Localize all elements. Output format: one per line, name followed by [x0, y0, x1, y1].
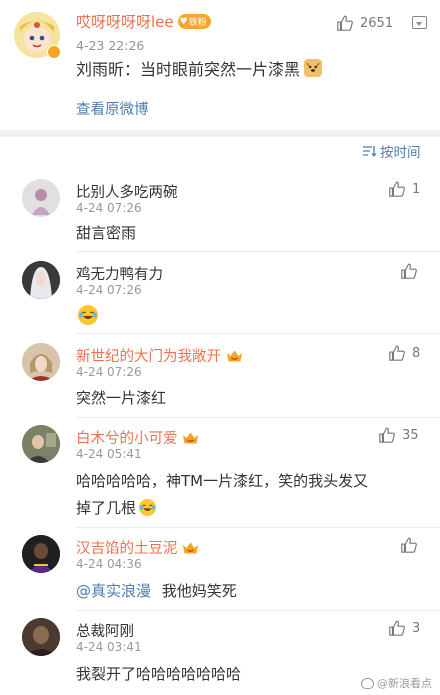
- comment-time: 4-24 03:41: [76, 640, 142, 654]
- doge-emoji-icon: [304, 59, 323, 77]
- commenter-avatar[interactable]: [22, 179, 60, 217]
- thumb-up-icon: [389, 620, 405, 636]
- watermark: @新浪看点: [361, 675, 432, 691]
- divider: [76, 610, 440, 611]
- sort-toggle[interactable]: 按时间: [362, 141, 421, 161]
- comment-like-count: 8: [412, 345, 421, 361]
- sort-label: 按时间: [380, 145, 421, 161]
- commenter-name-text: 新世纪的大门为我敞开: [76, 349, 221, 365]
- commenter-avatar[interactable]: [22, 343, 60, 381]
- thumb-up-icon: [401, 263, 417, 279]
- fan-badge: ♥ 铁粉: [177, 14, 211, 29]
- commenter-name[interactable]: 比别人多吃两碗: [76, 181, 178, 202]
- divider: [76, 333, 440, 334]
- commenter-name[interactable]: 鸡无力鸭有力: [76, 263, 163, 284]
- commenter-name[interactable]: 总裁阿刚: [76, 620, 134, 641]
- comment-like-button[interactable]: [400, 536, 418, 554]
- original-post-card: 哎呀呀呀呀lee ♥ 铁粉 4-23 22:26 2651 刘雨昕：当时眼前突然…: [0, 0, 440, 130]
- comment-text-line1: 哈哈哈哈哈，神TM一片漆红，笑的我头发又: [76, 472, 369, 490]
- comment-text: 突然一片漆红: [76, 389, 167, 407]
- commenter-avatar[interactable]: [22, 618, 60, 656]
- comment-like-button[interactable]: 3: [388, 619, 420, 637]
- comment-text: 甜言密雨: [76, 224, 137, 242]
- comment-text-line2-text: 掉了几根: [76, 499, 137, 517]
- thumb-up-icon: [337, 15, 353, 31]
- divider: [76, 417, 440, 418]
- commenter-name[interactable]: 白木兮的小可爱: [76, 427, 200, 448]
- comment-like-button[interactable]: 35: [378, 426, 419, 444]
- heart-icon: ♥: [179, 16, 188, 27]
- divider: [76, 527, 440, 528]
- comment-time: 4-24 07:26: [76, 365, 142, 379]
- comment-time: 4-24 04:36: [76, 557, 142, 571]
- laughing-crying-emoji-icon: [139, 499, 157, 516]
- laughing-crying-emoji-icon: [78, 305, 98, 325]
- post-text: 刘雨昕：当时眼前突然一片漆黑: [76, 60, 301, 79]
- divider: [76, 251, 440, 252]
- verified-badge: [47, 45, 61, 59]
- comment-like-count: 3: [412, 620, 421, 636]
- fan-badge-label: 铁粉: [188, 18, 207, 28]
- commenter-avatar[interactable]: [22, 425, 60, 463]
- commenter-avatar[interactable]: [22, 261, 60, 299]
- comment-like-count: 1: [412, 181, 421, 197]
- comments-section: 按时间 比别人多吃两碗 4-24 07:26 甜言密雨 1 鸡无力鸭有力 4-2…: [0, 137, 440, 695]
- commenter-name[interactable]: 汉吉馅的土豆泥: [76, 537, 200, 558]
- more-icon[interactable]: [412, 16, 427, 29]
- comment-like-button[interactable]: 1: [388, 180, 420, 198]
- post-like-button[interactable]: 2651: [336, 14, 393, 32]
- commenter-avatar[interactable]: [22, 535, 60, 573]
- post-like-count: 2651: [360, 15, 394, 31]
- comment-text: @真实浪漫 我他妈笑死: [76, 580, 237, 601]
- watermark-text: @新浪看点: [377, 677, 432, 690]
- comment-like-button[interactable]: [400, 262, 418, 280]
- comment-text-body: 我他妈笑死: [161, 582, 237, 600]
- thumb-up-icon: [379, 427, 395, 443]
- sort-icon: [363, 146, 377, 158]
- thumb-up-icon: [389, 181, 405, 197]
- view-original-link[interactable]: 查看原微博: [76, 98, 149, 119]
- comment-like-count: 35: [402, 427, 419, 443]
- comment-time: 4-24 07:26: [76, 283, 142, 297]
- comment-text-line2: 掉了几根: [76, 497, 157, 518]
- weibo-logo-icon: [361, 677, 374, 689]
- thumb-up-icon: [389, 345, 405, 361]
- mention-link[interactable]: @真实浪漫: [76, 582, 151, 600]
- vip-crown-icon: [182, 430, 200, 445]
- post-time: 4-23 22:26: [76, 38, 145, 53]
- vip-crown-icon: [225, 348, 243, 363]
- vip-crown-icon: [182, 540, 200, 555]
- comment-time: 4-24 05:41: [76, 447, 142, 461]
- comment-text: 我裂开了哈哈哈哈哈哈哈: [76, 665, 242, 683]
- commenter-name-text: 白木兮的小可爱: [76, 431, 178, 447]
- commenter-name-text: 汉吉馅的土豆泥: [76, 541, 178, 557]
- thumb-up-icon: [401, 537, 417, 553]
- commenter-name[interactable]: 新世纪的大门为我敞开: [76, 345, 243, 366]
- comment-like-button[interactable]: 8: [388, 344, 420, 362]
- comment-time: 4-24 07:26: [76, 201, 142, 215]
- poster-username[interactable]: 哎呀呀呀呀lee: [76, 11, 174, 32]
